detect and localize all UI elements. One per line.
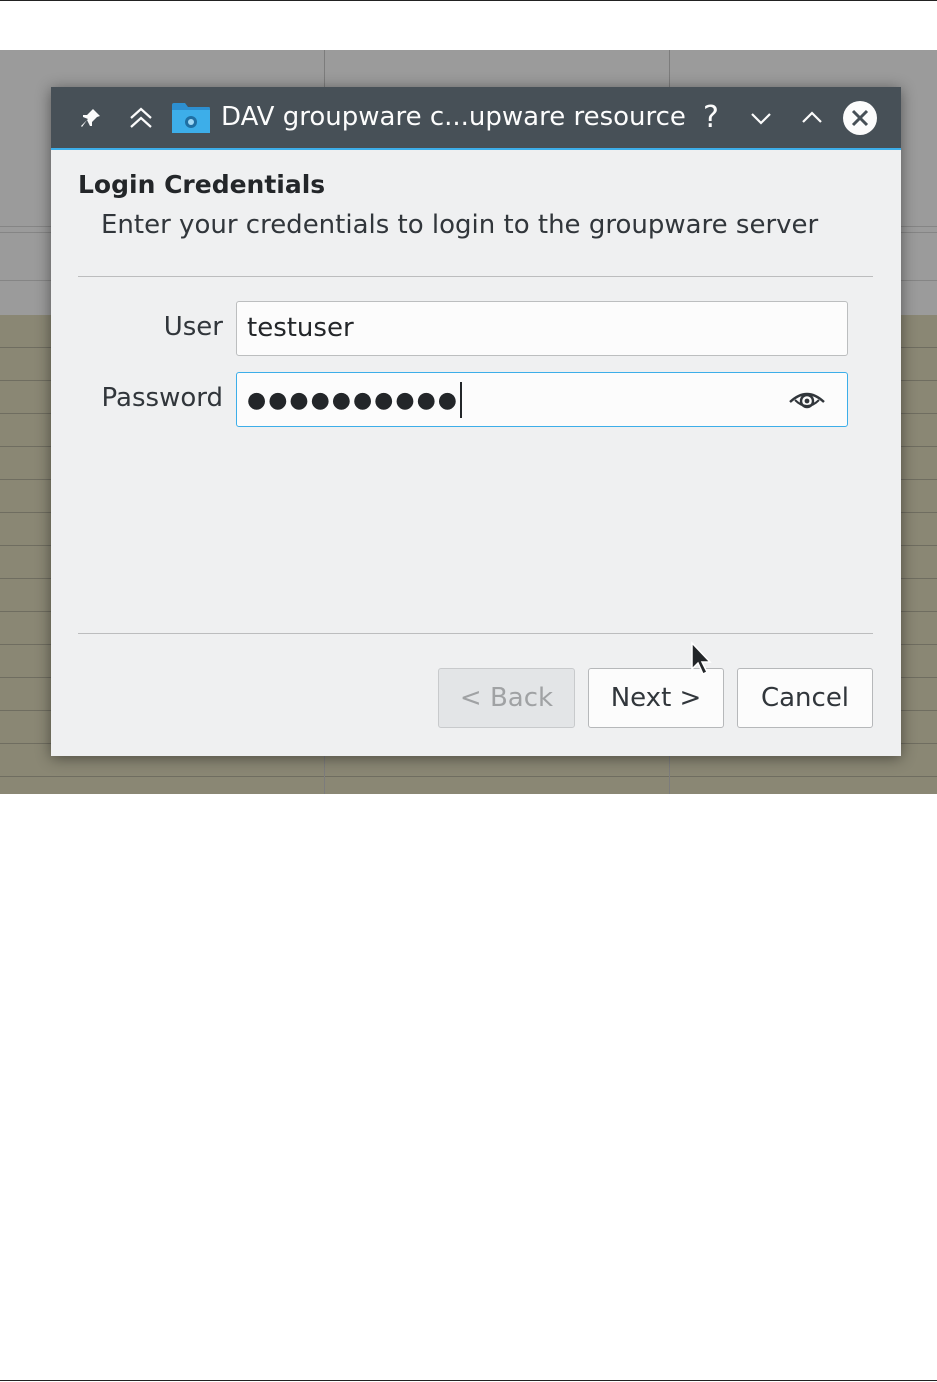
dav-groupware-dialog: DAV groupware c...upware resource ? Logi… bbox=[51, 87, 901, 756]
eye-icon bbox=[789, 392, 825, 408]
password-value: ●●●●●●●●●● bbox=[247, 388, 459, 413]
pin-icon[interactable] bbox=[77, 87, 105, 148]
user-label: User bbox=[163, 312, 223, 342]
mouse-pointer-icon bbox=[690, 641, 712, 681]
chevron-up-icon bbox=[802, 110, 822, 123]
text-caret bbox=[459, 381, 462, 418]
maximize-button[interactable] bbox=[798, 87, 826, 148]
close-button[interactable] bbox=[842, 87, 878, 148]
keep-above-icon[interactable] bbox=[126, 87, 156, 148]
folder-globe-icon bbox=[171, 87, 211, 148]
screenshot-area: DAV groupware c...upware resource ? Logi… bbox=[0, 50, 937, 794]
password-field[interactable]: ●●●●●●●●●● bbox=[236, 372, 848, 427]
back-button[interactable]: < Back bbox=[438, 668, 575, 728]
page-title: Login Credentials bbox=[78, 170, 326, 199]
header-divider bbox=[78, 276, 873, 277]
help-button[interactable]: ? bbox=[697, 87, 725, 148]
wizard-page: Login Credentials Enter your credentials… bbox=[51, 150, 901, 756]
cancel-button[interactable]: Cancel bbox=[737, 668, 873, 728]
page-top-rule bbox=[0, 0, 937, 1]
page-bottom-rule bbox=[0, 1380, 937, 1381]
show-password-button[interactable] bbox=[787, 373, 827, 426]
user-field[interactable]: testuser bbox=[236, 301, 848, 356]
password-label: Password bbox=[101, 383, 223, 413]
titlebar[interactable]: DAV groupware c...upware resource ? bbox=[51, 87, 901, 150]
minimize-button[interactable] bbox=[747, 87, 775, 148]
close-icon bbox=[843, 100, 877, 135]
chevron-down-icon bbox=[751, 112, 771, 125]
page-subtitle: Enter your credentials to login to the g… bbox=[101, 210, 819, 240]
window-title: DAV groupware c...upware resource bbox=[221, 102, 686, 132]
help-icon: ? bbox=[703, 100, 719, 135]
footer-divider bbox=[78, 633, 873, 634]
